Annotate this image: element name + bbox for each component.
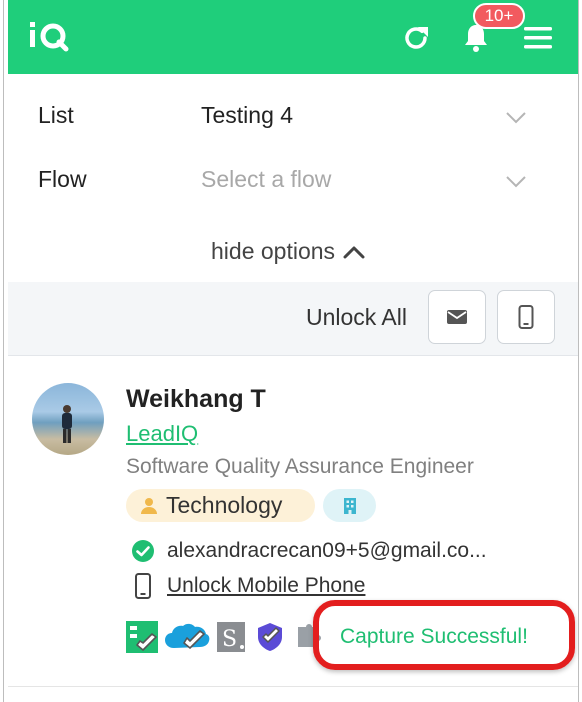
- notification-badge: 10+: [473, 3, 525, 29]
- industry-tag: Technology: [126, 489, 315, 522]
- contact-name: Weikhang T: [126, 385, 266, 413]
- unlock-all-button[interactable]: Unlock All: [306, 304, 407, 331]
- hide-options-toggle[interactable]: hide options: [211, 238, 365, 265]
- phone-row: Unlock Mobile Phone: [131, 573, 365, 599]
- contact-card: Weikhang T LeadIQ Software Quality Assur…: [8, 357, 578, 687]
- avatar: [32, 383, 104, 455]
- salesforce-icon[interactable]: [164, 621, 210, 653]
- chevron-down-icon[interactable]: [505, 170, 527, 192]
- hide-options-label: hide options: [211, 238, 336, 264]
- unlock-mobile-phone-link[interactable]: Unlock Mobile Phone: [167, 574, 365, 598]
- checklist-icon[interactable]: [126, 621, 158, 653]
- company-link[interactable]: LeadIQ: [126, 421, 198, 447]
- hamburger-menu-icon: [524, 27, 552, 49]
- unlock-phone-button[interactable]: [497, 290, 555, 344]
- industry-label: Technology: [166, 492, 283, 518]
- flow-select[interactable]: Select a flow: [201, 166, 331, 193]
- capture-status: Capture Successful!: [340, 625, 528, 648]
- flow-label: Flow: [38, 166, 87, 192]
- outreach-icon[interactable]: [254, 621, 286, 653]
- person-photo: [62, 405, 72, 443]
- header-bar: 10+: [8, 0, 578, 74]
- list-label: List: [38, 102, 74, 128]
- logo-icon: [30, 22, 69, 52]
- refresh-icon: [405, 27, 428, 49]
- unlock-bar: Unlock All: [8, 282, 578, 356]
- refresh-button[interactable]: [398, 20, 434, 56]
- company-info-tag[interactable]: [323, 489, 376, 522]
- job-title: Software Quality Assurance Engineer: [126, 455, 474, 478]
- capture-options: List Testing 4 Flow Select a flow hide o…: [8, 74, 578, 282]
- verified-check-icon: [132, 540, 154, 562]
- email-address[interactable]: alexandracrecan09+5@gmail.co...: [167, 539, 487, 563]
- svg-text:S: S: [222, 627, 237, 652]
- email-row: alexandracrecan09+5@gmail.co...: [131, 539, 487, 563]
- integrations-row: S: [126, 621, 324, 653]
- chevron-up-icon: [343, 246, 365, 258]
- unlock-email-button[interactable]: [428, 290, 486, 344]
- building-icon: [343, 497, 356, 514]
- salesloft-icon[interactable]: S: [216, 621, 248, 653]
- mail-icon: [447, 310, 467, 324]
- person-icon: [141, 497, 157, 514]
- menu-button[interactable]: [520, 20, 556, 56]
- mobile-phone-icon: [135, 573, 151, 599]
- chevron-down-icon[interactable]: [505, 106, 527, 128]
- list-select[interactable]: Testing 4: [201, 102, 293, 129]
- mobile-phone-icon: [518, 305, 534, 329]
